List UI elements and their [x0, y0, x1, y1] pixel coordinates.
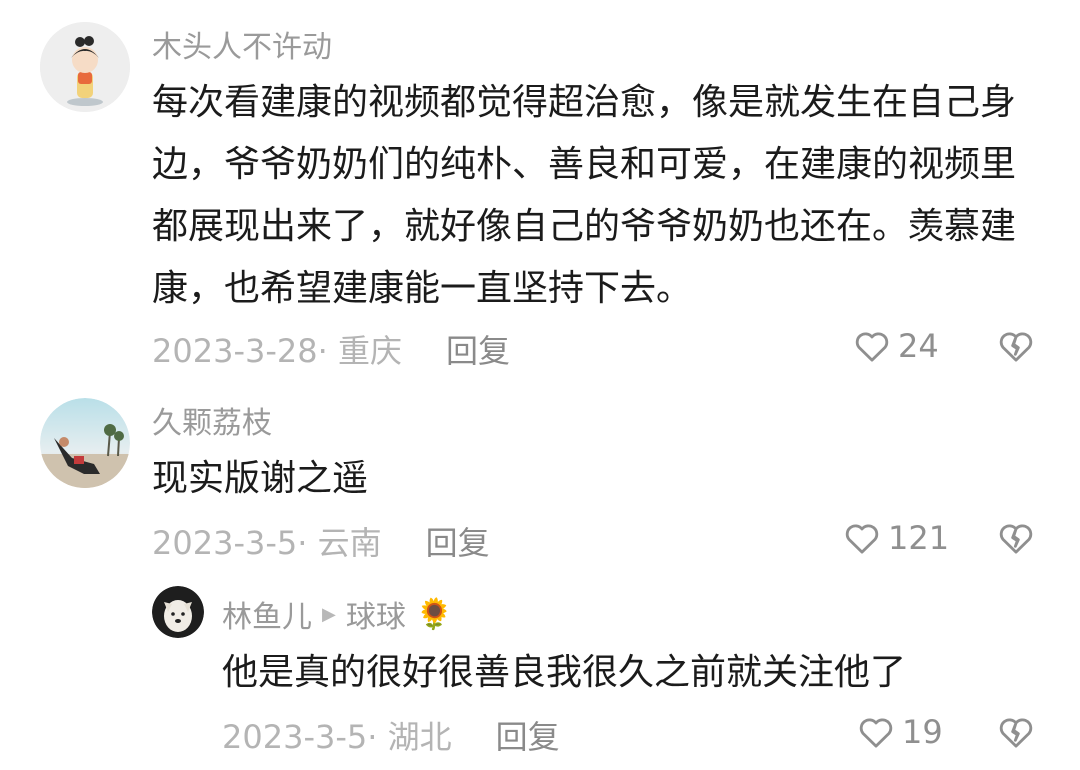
reply-meta: 2023-3-5· 湖北 回复 — [222, 712, 560, 758]
reply-arrow-icon: ▶ — [322, 603, 336, 625]
reply-to-username[interactable]: 球球 — [346, 592, 406, 636]
dislike-button[interactable] — [996, 326, 1036, 370]
broken-heart-icon — [999, 718, 1033, 748]
dislike-button[interactable] — [996, 518, 1036, 562]
username-text: 木头人不许动 — [152, 30, 332, 65]
reply-text: 他是真的很好很善良我很久之前就关注他了 — [222, 652, 907, 693]
like-count: 24 — [898, 327, 939, 365]
comment-date-location: 2023-3-5· 云南 — [152, 524, 382, 562]
like-count: 19 — [902, 713, 943, 751]
like-button[interactable]: 121 — [842, 518, 949, 558]
heart-icon — [855, 332, 889, 362]
username-text: 久颗荔枝 — [152, 406, 272, 441]
like-button[interactable]: 19 — [856, 712, 943, 752]
comment-meta: 2023-3-28· 重庆 回复 — [152, 326, 510, 372]
comment-meta: 2023-3-5· 云南 回复 — [152, 518, 490, 564]
comment-username[interactable]: 木头人不许动 — [152, 22, 332, 66]
comment-date-location: 2023-3-28· 重庆 — [152, 332, 402, 370]
comment-text: 每次看建康的视频都觉得超治愈，像是就发生在自己身边，爷爷奶奶们的纯朴、善良和可爱… — [152, 82, 1017, 309]
heart-icon — [845, 524, 879, 554]
broken-heart-icon — [999, 332, 1033, 362]
reply-date-location: 2023-3-5· 湖北 — [222, 718, 452, 756]
heart-icon — [859, 718, 893, 748]
reply-button[interactable]: 回复 — [496, 712, 560, 758]
dislike-button[interactable] — [996, 712, 1036, 756]
like-button[interactable]: 24 — [852, 326, 939, 366]
avatar[interactable] — [152, 586, 204, 638]
comment-text: 现实版谢之遥 — [152, 458, 369, 499]
avatar[interactable] — [40, 22, 130, 112]
reply-button[interactable]: 回复 — [446, 326, 510, 372]
reply-username-row: 林鱼儿 ▶ 球球 🌻 — [222, 592, 453, 636]
reply-button[interactable]: 回复 — [426, 518, 490, 564]
sunflower-icon: 🌻 — [415, 596, 454, 632]
reply-username[interactable]: 林鱼儿 — [222, 592, 312, 636]
comment-username[interactable]: 久颗荔枝 — [152, 398, 272, 442]
avatar[interactable] — [40, 398, 130, 488]
broken-heart-icon — [999, 524, 1033, 554]
like-count: 121 — [888, 519, 950, 557]
